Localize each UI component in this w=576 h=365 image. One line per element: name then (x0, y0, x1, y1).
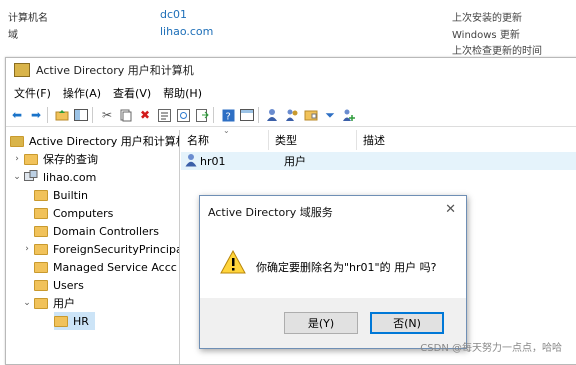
column-description-label: 描述 (363, 134, 385, 147)
toolbar: ⬅ ➡ ✂ ✖ ? ⏷ (6, 104, 576, 127)
tree-item-builtin[interactable]: Builtin (34, 186, 88, 204)
user-icon (185, 153, 197, 170)
domain-icon (24, 169, 38, 185)
dialog-message: 你确定要删除名为"hr01"的 用户 吗? (256, 261, 437, 274)
add-ou-icon[interactable] (303, 107, 319, 123)
up-icon[interactable] (54, 107, 70, 123)
navigation-tree: Active Directory 用户和计算机 › 保存的查询 ⌄ lihao.… (6, 130, 180, 364)
tree-item-saved-queries[interactable]: › 保存的查询 (12, 150, 98, 168)
tree-root[interactable]: Active Directory 用户和计算机 (10, 132, 180, 150)
chevron-right-icon[interactable]: › (12, 154, 22, 164)
watermark: CSDN @每天努力一点点，哈哈 (420, 343, 562, 354)
aduc-root-icon (10, 135, 24, 147)
tree-item-label: ForeignSecurityPrincipa (53, 242, 180, 256)
tree-item-label: Computers (53, 206, 114, 220)
copy-icon[interactable] (118, 107, 134, 123)
menu-view[interactable]: 查看(V) (113, 85, 151, 101)
folder-icon (34, 189, 48, 201)
close-icon[interactable]: ✕ (445, 202, 456, 217)
title-bar[interactable]: Active Directory 用户和计算机 (6, 58, 576, 82)
tree-item-label: Managed Service Accc (53, 260, 177, 274)
svg-text:?: ? (225, 111, 230, 122)
domain-label: 域 (8, 30, 18, 41)
column-header-type[interactable]: 类型 (269, 130, 357, 150)
toolbar-separator (92, 107, 93, 123)
chevron-down-icon[interactable]: ⌄ (22, 298, 32, 308)
domain-value[interactable]: lihao.com (160, 25, 213, 38)
tree-item-computers[interactable]: Computers (34, 204, 113, 222)
row-type: 用户 (284, 155, 306, 168)
aduc-app-icon (14, 63, 30, 77)
window-title: Active Directory 用户和计算机 (36, 64, 194, 77)
folder-icon (34, 207, 48, 219)
menu-help[interactable]: 帮助(H) (163, 85, 202, 101)
add-group-icon[interactable] (284, 107, 300, 123)
tree-root-label: Active Directory 用户和计算机 (29, 135, 180, 148)
folder-icon (34, 261, 48, 273)
last-installed-updates-label: 上次安装的更新 (452, 13, 522, 24)
row-name: hr01 (200, 154, 226, 168)
forward-icon[interactable]: ➡ (28, 107, 44, 123)
toolbar-separator (258, 107, 259, 123)
menu-file[interactable]: 文件(F) (14, 85, 51, 101)
tree-item-users[interactable]: Users (34, 276, 84, 294)
warning-icon (220, 250, 246, 274)
column-header-description[interactable]: 描述 (357, 130, 557, 150)
export-icon[interactable] (194, 107, 210, 123)
tree-item-hr-ou[interactable]: HR (54, 312, 95, 330)
tree-item-domain-controllers[interactable]: Domain Controllers (34, 222, 159, 240)
filter-icon[interactable]: ⏷ (322, 107, 338, 123)
column-header-name[interactable]: 名称 ⌄ (181, 126, 269, 150)
tree-item-label: Builtin (53, 188, 88, 202)
tree-item-label: lihao.com (43, 170, 97, 184)
properties-icon[interactable] (156, 107, 172, 123)
dialog-title: Active Directory 域服务 (208, 206, 333, 219)
menu-action[interactable]: 操作(A) (63, 85, 101, 101)
show-tree-icon[interactable] (73, 107, 89, 123)
table-row[interactable]: hr01 用户 (181, 152, 576, 170)
windows-update-label: Windows 更新 (452, 30, 520, 41)
folder-icon (24, 153, 38, 165)
menu-bar: 文件(F) 操作(A) 查看(V) 帮助(H) (6, 84, 576, 102)
folder-icon (34, 243, 48, 255)
yes-button[interactable]: 是(Y) (284, 312, 358, 334)
sort-chevron-icon: ⌄ (223, 126, 230, 135)
folder-icon (34, 225, 48, 237)
tree-item-foreign-security-principals[interactable]: › ForeignSecurityPrincipa (22, 240, 180, 258)
tree-item-yonghu-ou[interactable]: ⌄ 用户 (22, 294, 75, 312)
console-icon[interactable] (239, 107, 255, 123)
tree-item-managed-service-accounts[interactable]: Managed Service Accc (34, 258, 177, 276)
refresh-icon[interactable] (175, 107, 191, 123)
no-button[interactable]: 否(N) (370, 312, 444, 334)
tree-item-label: Users (53, 278, 84, 292)
last-checked-updates-label: 上次检查更新的时间 (452, 46, 542, 57)
tree-item-label: HR (73, 314, 89, 328)
folder-icon (34, 279, 48, 291)
tree-item-label: Domain Controllers (53, 224, 160, 238)
chevron-down-icon[interactable]: ⌄ (12, 172, 22, 182)
tree-item-domain[interactable]: ⌄ lihao.com (12, 168, 96, 186)
add-user-icon[interactable] (265, 107, 281, 123)
column-type-label: 类型 (275, 134, 297, 147)
tree-item-label: 用户 (53, 297, 75, 310)
delete-icon[interactable]: ✖ (137, 107, 153, 123)
ou-folder-icon (54, 315, 68, 327)
delete-confirm-dialog: Active Directory 域服务 ✕ 你确定要删除名为"hr01"的 用… (199, 195, 467, 349)
computer-name-value[interactable]: dc01 (160, 8, 187, 21)
tree-item-label: 保存的查询 (43, 153, 98, 166)
ou-folder-icon (34, 297, 48, 309)
toolbar-separator (213, 107, 214, 123)
toolbar-separator (47, 107, 48, 123)
computer-name-label: 计算机名 (8, 13, 48, 24)
column-name-label: 名称 (187, 134, 209, 147)
help-icon[interactable]: ? (220, 107, 236, 123)
add-to-group-icon[interactable] (341, 107, 357, 123)
cut-icon[interactable]: ✂ (99, 107, 115, 123)
chevron-right-icon[interactable]: › (22, 244, 32, 254)
back-icon[interactable]: ⬅ (9, 107, 25, 123)
